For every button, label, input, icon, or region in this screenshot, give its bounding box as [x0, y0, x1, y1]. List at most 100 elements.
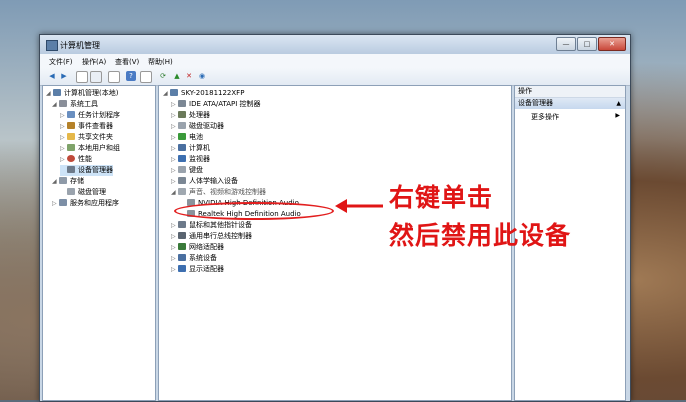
collapse-arrow-icon[interactable]: ▷	[52, 198, 59, 209]
collapse-arrow-icon[interactable]: ▷	[171, 220, 178, 231]
menu-action[interactable]: 操作(A)	[82, 57, 106, 67]
keyboard-icon	[178, 166, 186, 173]
device-category-system[interactable]: ▷ 系统设备	[171, 253, 217, 264]
app-icon	[46, 40, 58, 51]
mouse-icon	[178, 221, 186, 228]
disk-drive-icon	[178, 122, 186, 129]
device-category-cpu[interactable]: ▷ 处理器	[171, 110, 210, 121]
highlight-ellipse	[174, 202, 334, 220]
device-category-sound[interactable]: ◢ 声音、视频和游戏控制器	[171, 187, 266, 198]
collapse-arrow-icon[interactable]: ▷	[171, 231, 178, 242]
tree-item-services-apps[interactable]: ▷ 服务和应用程序	[52, 198, 119, 209]
submenu-arrow-icon: ▶	[615, 112, 620, 119]
collapse-arrow-icon[interactable]: ▷	[171, 242, 178, 253]
forward-icon[interactable]: ▶	[59, 71, 69, 81]
device-category-monitor[interactable]: ▷ 监视器	[171, 154, 210, 165]
window-title: 计算机管理	[60, 41, 100, 50]
cpu-icon	[178, 111, 186, 118]
menu-file[interactable]: 文件(F)	[49, 57, 73, 67]
actions-section-device-manager[interactable]: 设备管理器 ▲	[515, 98, 625, 109]
properties-icon[interactable]	[108, 71, 120, 83]
collapse-arrow-icon[interactable]: ▷	[171, 165, 178, 176]
device-category-computer[interactable]: ▷ 计算机	[171, 143, 210, 154]
tree-item-task-scheduler[interactable]: ▷ 任务计划程序	[60, 110, 120, 121]
minimize-button[interactable]: —	[556, 37, 576, 51]
menu-bar: 文件(F) 操作(A) 查看(V) 帮助(H)	[40, 54, 630, 69]
tree-item-storage[interactable]: ◢ 存储	[52, 176, 84, 187]
tree-item-event-viewer[interactable]: ▷ 事件查看器	[60, 121, 113, 132]
show-tree-icon[interactable]	[90, 71, 102, 83]
ide-icon	[178, 100, 186, 107]
computer-icon	[53, 89, 61, 96]
collapse-arrow-icon[interactable]: ▷	[171, 154, 178, 165]
device-category-mouse[interactable]: ▷ 鼠标和其他指针设备	[171, 220, 252, 231]
device-root[interactable]: ◢ SKY-20181122XFP	[163, 88, 244, 99]
collapse-arrow-icon[interactable]: ▷	[60, 154, 67, 165]
expand-arrow-icon[interactable]: ◢	[46, 88, 53, 99]
enable-icon[interactable]: ◉	[197, 71, 207, 81]
toolbar: ◀ ▶ ? ⟳ ▲ ✕ ◉	[40, 68, 630, 86]
device-category-battery[interactable]: ▷ 电池	[171, 132, 203, 143]
expand-arrow-icon[interactable]: ◢	[171, 187, 178, 198]
monitor-icon	[178, 155, 186, 162]
collapse-arrow-icon[interactable]: ▷	[171, 264, 178, 275]
collapse-arrow-icon[interactable]: ▷	[171, 253, 178, 264]
tree-item-system-tools[interactable]: ◢ 系统工具	[52, 99, 98, 110]
collapse-arrow-icon[interactable]: ▷	[171, 110, 178, 121]
collapse-arrow-icon[interactable]: ▷	[171, 176, 178, 187]
collapse-arrow-icon[interactable]: ▷	[171, 132, 178, 143]
device-category-hid[interactable]: ▷ 人体学输入设备	[171, 176, 238, 187]
performance-icon	[67, 155, 75, 162]
tools-icon	[59, 100, 67, 107]
tree-item-disk-management[interactable]: 磁盘管理	[60, 187, 106, 198]
computer-icon	[178, 144, 186, 151]
system-icon	[178, 254, 186, 261]
collapse-arrow-icon[interactable]: ▷	[171, 121, 178, 132]
update-driver-icon[interactable]: ▲	[172, 71, 182, 81]
device-category-keyboard[interactable]: ▷ 键盘	[171, 165, 203, 176]
view-icon[interactable]	[140, 71, 152, 83]
collapse-arrow-icon[interactable]: ▷	[60, 110, 67, 121]
tree-item-shared-folders[interactable]: ▷ 共享文件夹	[60, 132, 113, 143]
clock-icon	[67, 111, 75, 118]
display-icon	[178, 265, 186, 272]
device-category-ide[interactable]: ▷ IDE ATA/ATAPI 控制器	[171, 99, 261, 110]
up-icon[interactable]	[76, 71, 88, 83]
services-icon	[59, 199, 67, 206]
collapse-arrow-icon[interactable]: ▷	[171, 143, 178, 154]
navigation-tree: ◢ 计算机管理(本地) ◢ 系统工具 ▷ 任务计划程序 ▷ 事件查看器 ▷ 共享文件夹 ▷…	[42, 85, 156, 401]
menu-view[interactable]: 查看(V)	[115, 57, 139, 67]
device-category-network[interactable]: ▷ 网络适配器	[171, 242, 224, 253]
disk-icon	[67, 188, 75, 195]
collapse-arrow-icon[interactable]: ▷	[60, 132, 67, 143]
users-icon	[67, 144, 75, 151]
more-actions-link[interactable]: 更多操作	[531, 112, 559, 122]
device-category-disk[interactable]: ▷ 磁盘驱动器	[171, 121, 224, 132]
collapse-arrow-icon[interactable]: ▷	[60, 121, 67, 132]
expand-arrow-icon[interactable]: ◢	[52, 176, 59, 187]
title-bar[interactable]: 计算机管理 — □ ✕	[40, 35, 630, 54]
expand-arrow-icon[interactable]: ◢	[163, 88, 170, 99]
tree-item-device-manager[interactable]: 设备管理器	[60, 165, 113, 176]
close-button[interactable]: ✕	[598, 37, 626, 51]
collapse-up-icon[interactable]: ▲	[616, 98, 621, 109]
collapse-arrow-icon[interactable]: ▷	[171, 99, 178, 110]
collapse-arrow-icon[interactable]: ▷	[60, 143, 67, 154]
usb-icon	[178, 232, 186, 239]
device-category-usb[interactable]: ▷ 通用串行总线控制器	[171, 231, 252, 242]
tree-item-performance[interactable]: ▷ 性能	[60, 154, 92, 165]
event-icon	[67, 122, 75, 129]
tree-item-local-users[interactable]: ▷ 本地用户和组	[60, 143, 120, 154]
hid-icon	[178, 177, 186, 184]
maximize-button[interactable]: □	[577, 37, 597, 51]
device-category-display[interactable]: ▷ 显示适配器	[171, 264, 224, 275]
uninstall-icon[interactable]: ✕	[184, 71, 194, 81]
menu-help[interactable]: 帮助(H)	[148, 57, 173, 67]
help-icon[interactable]: ?	[126, 71, 136, 81]
back-icon[interactable]: ◀	[47, 71, 57, 81]
annotation-line-2: 然后禁用此设备	[389, 221, 572, 250]
pointer-arrow-icon	[335, 199, 383, 213]
tree-item-computer-management[interactable]: ◢ 计算机管理(本地)	[46, 88, 118, 99]
expand-arrow-icon[interactable]: ◢	[52, 99, 59, 110]
scan-hardware-icon[interactable]: ⟳	[158, 71, 168, 81]
